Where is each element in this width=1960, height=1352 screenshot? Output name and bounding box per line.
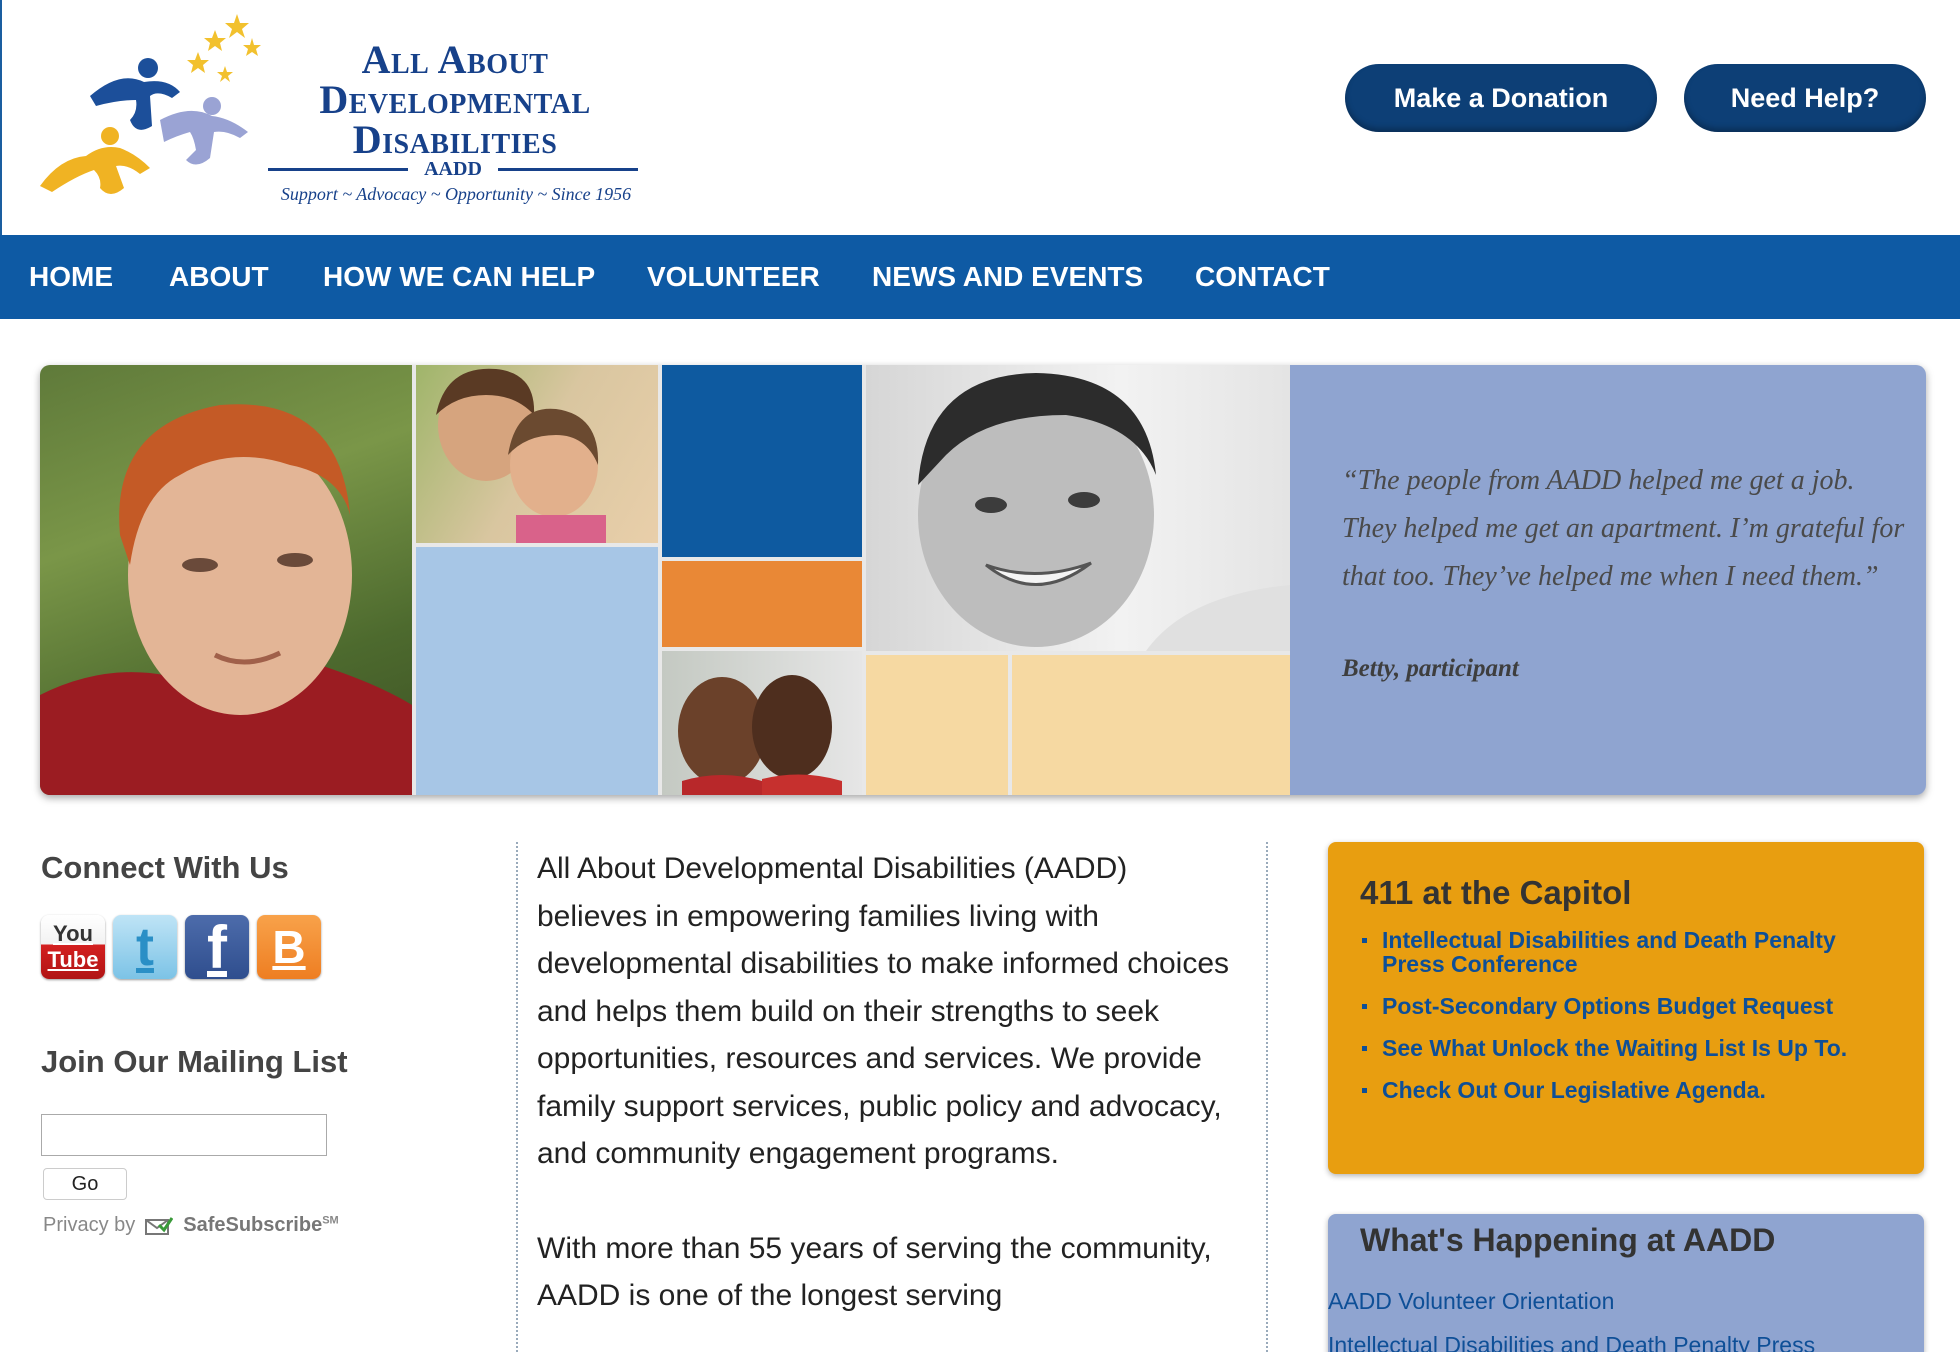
logo-abbreviation: AADD (268, 158, 638, 180)
nav-how-we-can-help[interactable]: HOW WE CAN HELP (323, 235, 595, 319)
color-block-peach-small (866, 655, 1008, 795)
happening-link-volunteer-orientation[interactable]: AADD Volunteer Orientation (1328, 1288, 1614, 1315)
history-paragraph: With more than 55 years of serving the c… (537, 1231, 1212, 1313)
nav-news-and-events[interactable]: NEWS AND EVENTS (872, 235, 1143, 319)
youtube-you-label: You (53, 921, 93, 946)
youtube-icon[interactable]: You Tube (41, 915, 105, 979)
facebook-label: f (207, 913, 227, 981)
logo-tagline: Support ~ Advocacy ~ Opportunity ~ Since… (280, 184, 632, 204)
photo-smiling-boy (866, 365, 1290, 651)
happening-title: What's Happening at AADD (1360, 1222, 1776, 1258)
make-donation-button[interactable]: Make a Donation (1345, 64, 1657, 132)
need-help-button[interactable]: Need Help? (1684, 64, 1926, 132)
happening-link-death-penalty[interactable]: Intellectual Disabilities and Death Pena… (1328, 1332, 1815, 1352)
column-divider-right (1266, 842, 1268, 1352)
capitol-link-waiting-list[interactable]: See What Unlock the Waiting List Is Up T… (1360, 1036, 1900, 1060)
logo-line-2: Developmental (319, 77, 591, 122)
color-block-blue (662, 365, 862, 557)
mailing-email-input[interactable] (41, 1114, 327, 1156)
site-header: All About Developmental Disabilities AAD… (0, 0, 1960, 235)
man-portrait-icon (40, 404, 412, 795)
smiling-boy-portrait-icon (918, 373, 1290, 651)
logo-line-3: Disabilities (352, 117, 558, 162)
logo-line-1: All About (361, 37, 549, 82)
nav-volunteer[interactable]: VOLUNTEER (647, 235, 820, 319)
color-block-light-blue (416, 547, 658, 795)
hero-banner: “The people from AADD helped me get a jo… (40, 365, 1926, 795)
testimonial-quote: “The people from AADD helped me get a jo… (1342, 465, 1905, 592)
testimonial-attribution: Betty, participant (1342, 655, 1519, 682)
boys-portrait-icon (678, 675, 842, 795)
column-divider-left (516, 842, 518, 1352)
mailing-list-heading: Join Our Mailing List (41, 1044, 348, 1079)
capitol-news-list: Intellectual Disabilities and Death Pena… (1360, 928, 1900, 1120)
capitol-link-legislative-agenda[interactable]: Check Out Our Legislative Agenda. (1360, 1078, 1900, 1102)
facebook-icon[interactable]: f (185, 913, 249, 981)
blogger-label: B (272, 921, 306, 973)
safesubscribe-brand[interactable]: SafeSubscribeSM (183, 1214, 338, 1237)
youtube-tube-label: Tube (47, 947, 99, 972)
nav-contact[interactable]: CONTACT (1195, 235, 1330, 319)
logo-figures-icon (40, 14, 261, 194)
color-block-orange (662, 561, 862, 647)
connect-heading: Connect With Us (41, 850, 289, 885)
nav-home[interactable]: HOME (29, 235, 113, 319)
twitter-label: t (136, 917, 154, 977)
happening-box: What's Happening at AADD AADD Volunteer … (1328, 1214, 1924, 1352)
safesubscribe-label: SafeSubscribe (183, 1214, 323, 1236)
testimonial-panel: “The people from AADD helped me get a jo… (1290, 365, 1926, 795)
aadd-logo[interactable]: All About Developmental Disabilities AAD… (40, 8, 640, 208)
envelope-check-icon (145, 1216, 174, 1235)
blogger-icon[interactable]: B (257, 915, 321, 979)
color-block-peach (1012, 655, 1290, 795)
main-navigation: HOME ABOUT HOW WE CAN HELP VOLUNTEER NEW… (0, 235, 1960, 319)
girls-portrait-icon (436, 368, 606, 543)
twitter-icon[interactable]: t (113, 915, 177, 979)
capitol-news-title: 411 at the Capitol (1360, 874, 1632, 911)
privacy-notice: Privacy by SafeSubscribeSM (43, 1214, 339, 1237)
capitol-link-post-secondary[interactable]: Post-Secondary Options Budget Request (1360, 994, 1900, 1018)
mailing-go-button[interactable]: Go (43, 1168, 127, 1200)
privacy-prefix: Privacy by (43, 1214, 136, 1236)
photo-boys (662, 651, 862, 795)
safesubscribe-sm: SM (322, 1214, 339, 1227)
main-content: All About Developmental Disabilities (AA… (537, 845, 1237, 1352)
logo-title: All About Developmental Disabilities (270, 40, 640, 160)
intro-paragraph: All About Developmental Disabilities (AA… (537, 852, 1230, 1170)
nav-about[interactable]: ABOUT (169, 235, 269, 319)
capitol-link-death-penalty[interactable]: Intellectual Disabilities and Death Pena… (1360, 928, 1900, 976)
photo-man (40, 365, 412, 795)
photo-girls (416, 365, 658, 543)
capitol-news-box: 411 at the Capitol Intellectual Disabili… (1328, 842, 1924, 1174)
